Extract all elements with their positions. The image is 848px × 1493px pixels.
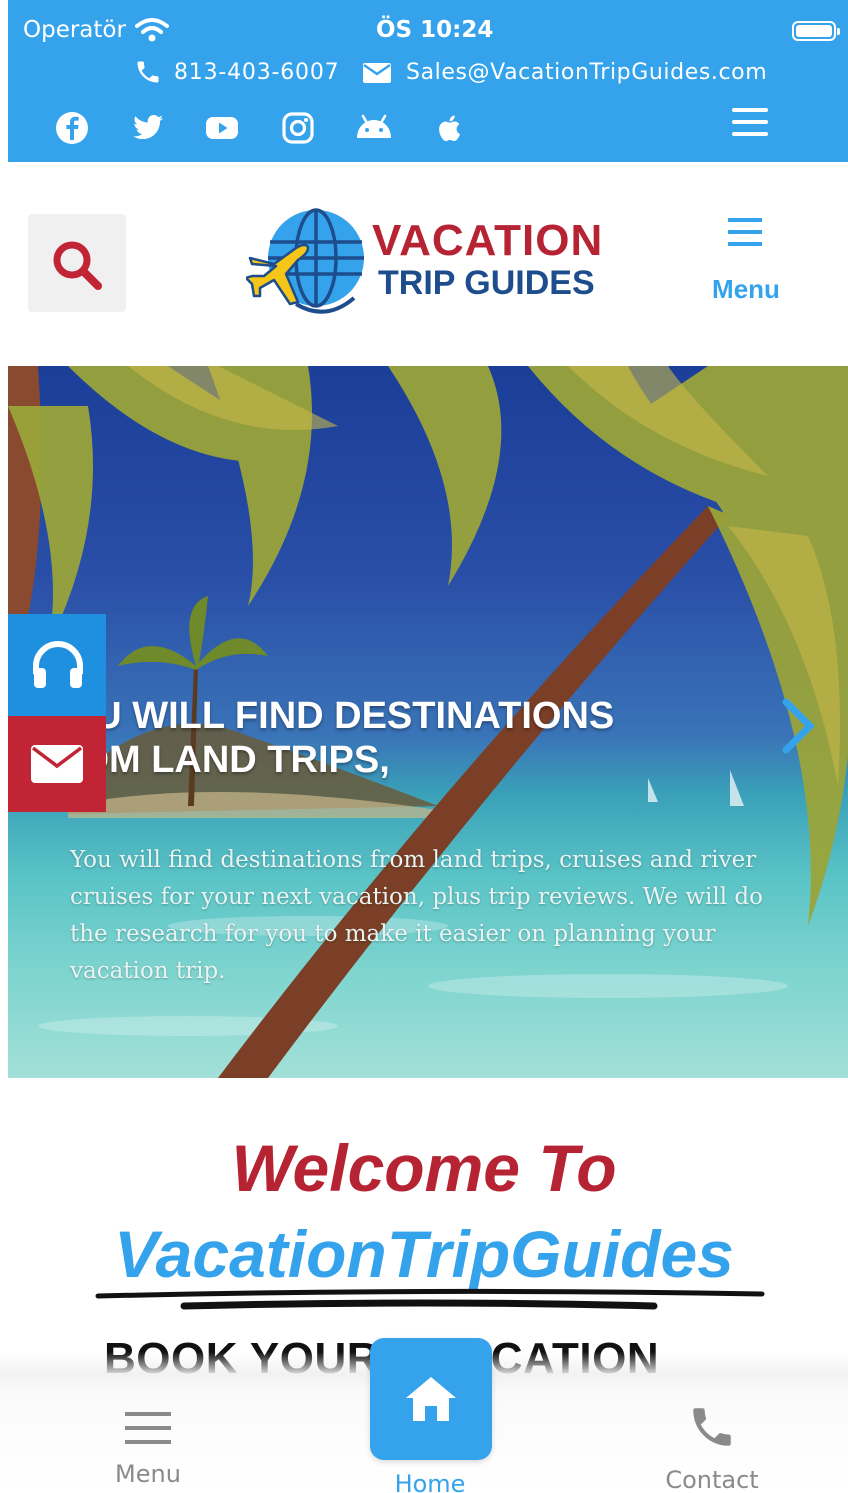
- phone-icon: [137, 61, 159, 83]
- status-bar: Operatör ÖS 10:24: [8, 0, 848, 60]
- hero-slider[interactable]: -OU WILL FIND DESTINATIONS ROM LAND TRIP…: [8, 366, 848, 1078]
- support-float-button[interactable]: [8, 614, 106, 716]
- email-link[interactable]: Sales@VacationTripGuides.com: [406, 60, 767, 85]
- menu-label: Menu: [712, 274, 780, 304]
- mail-float-button[interactable]: [8, 716, 106, 812]
- android-icon[interactable]: [354, 110, 394, 146]
- bottom-navigation: Menu Home Contact: [0, 1338, 848, 1493]
- logo-text-trip-guides: TRIP GUIDES: [378, 264, 595, 302]
- twitter-icon[interactable]: [130, 110, 166, 146]
- globe-plane-logo-icon: [246, 208, 364, 314]
- search-button[interactable]: [28, 214, 126, 312]
- instagram-icon[interactable]: [280, 110, 316, 146]
- top-hamburger-icon[interactable]: [732, 108, 768, 138]
- social-links: [8, 110, 848, 150]
- facebook-icon[interactable]: [54, 110, 90, 146]
- site-name-heading: VacationTripGuides: [114, 1217, 734, 1291]
- nav-home-label: Home: [394, 1470, 466, 1493]
- nav-contact-label: Contact: [665, 1466, 759, 1493]
- contact-row: 813-403-6007 Sales@VacationTripGuides.co…: [8, 56, 848, 90]
- header-menu-button[interactable]: Menu: [700, 214, 792, 310]
- carrier-name: Operatör: [23, 17, 126, 43]
- wifi-icon: [135, 18, 169, 42]
- top-bar: Operatör ÖS 10:24 813-403-6007 Sales@Vac…: [8, 0, 848, 162]
- envelope-icon: [31, 745, 83, 783]
- youtube-icon[interactable]: [204, 110, 240, 146]
- nav-home-button[interactable]: [370, 1338, 492, 1460]
- hamburger-icon: [728, 218, 762, 254]
- home-icon: [406, 1377, 456, 1421]
- logo-text-vacation: VACATION: [372, 216, 604, 265]
- search-icon: [53, 241, 102, 290]
- apple-icon[interactable]: [432, 110, 468, 146]
- mail-icon: [363, 63, 391, 83]
- welcome-heading: Welcome To: [231, 1131, 617, 1205]
- nav-contact[interactable]: Contact: [652, 1352, 772, 1493]
- headset-icon: [33, 641, 83, 688]
- site-logo[interactable]: VACATION TRIP GUIDES: [246, 204, 616, 320]
- phone-link[interactable]: 813-403-6007: [174, 60, 339, 85]
- hero-description: You will find destinations from land tri…: [70, 847, 763, 984]
- hero-title: -OU WILL FIND DESTINATIONS ROM LAND TRIP…: [52, 695, 615, 781]
- nav-menu[interactable]: Menu: [98, 1352, 198, 1488]
- nav-menu-label: Menu: [115, 1460, 181, 1488]
- slider-next-chevron-icon[interactable]: [778, 696, 818, 756]
- brush-underline: [95, 1288, 765, 1310]
- battery-icon: [792, 21, 840, 41]
- phone-icon: [693, 1408, 731, 1446]
- status-time: ÖS 10:24: [376, 17, 494, 43]
- hamburger-icon: [125, 1412, 171, 1444]
